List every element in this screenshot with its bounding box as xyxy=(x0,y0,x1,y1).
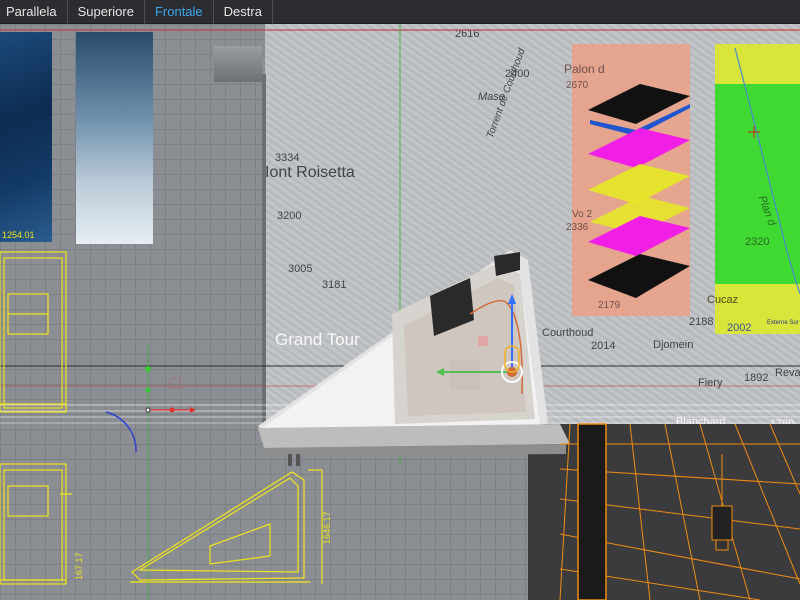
dimension-label-top: 1254.01 xyxy=(2,230,35,240)
view-tab-bar: Parallela Superiore Frontale Destra xyxy=(0,0,800,24)
dimension-label-small: 167.17 xyxy=(74,552,84,580)
cad-elevation-bottom[interactable] xyxy=(0,463,67,585)
transform-gizmo-icon[interactable] xyxy=(145,366,196,413)
cad-section-triangle[interactable] xyxy=(60,469,323,584)
tab-frontale[interactable]: Frontale xyxy=(145,0,214,24)
exploded-layers-plates[interactable] xyxy=(588,84,690,298)
dimension-label-height: 1646.17 xyxy=(322,511,332,544)
cad-arc-blue[interactable] xyxy=(105,411,137,453)
cad-elevation-top[interactable] xyxy=(0,251,67,413)
tab-superiore[interactable]: Superiore xyxy=(68,0,145,24)
cad-drawing-layer: 1254.01 1646.17 167.17 xyxy=(0,24,800,600)
tab-parallela[interactable]: Parallela xyxy=(0,0,68,24)
green-map-route xyxy=(712,29,800,295)
frontal-viewport[interactable]: 2616 2400 Mase 3334 Iont Roisetta 3200 3… xyxy=(0,24,800,600)
tab-destra[interactable]: Destra xyxy=(214,0,273,24)
shelter-3d-model[interactable] xyxy=(258,250,570,466)
lantern-icon xyxy=(711,454,733,551)
cad-application: Parallela Superiore Frontale Destra 2616… xyxy=(0,0,800,600)
wireframe-pillar xyxy=(577,423,607,600)
